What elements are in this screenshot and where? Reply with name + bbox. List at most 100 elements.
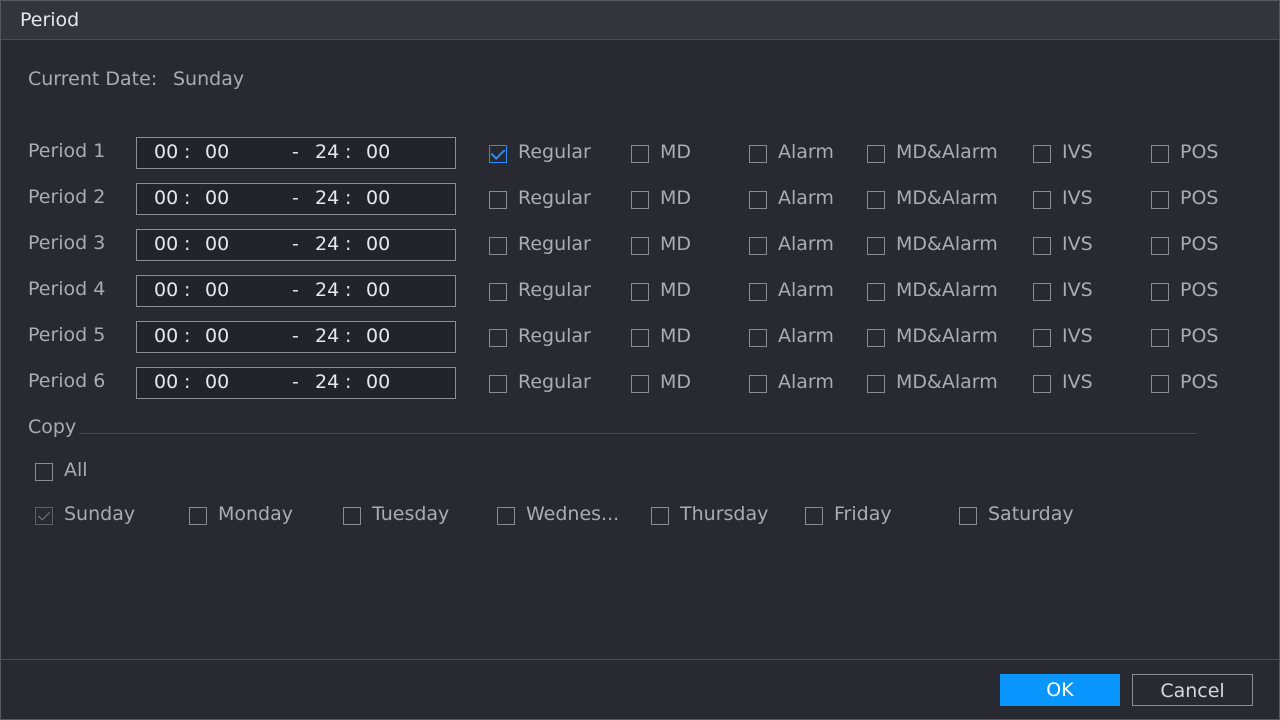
checkbox-box[interactable]: [631, 329, 649, 347]
checkbox-box[interactable]: [1033, 329, 1051, 347]
checkbox-box[interactable]: [749, 329, 767, 347]
checkbox-box[interactable]: [749, 237, 767, 255]
ok-button[interactable]: OK: [1000, 674, 1120, 706]
checkbox-box[interactable]: [497, 507, 515, 525]
start-minute-field[interactable]: 00: [205, 325, 229, 347]
record-type-label: Alarm: [778, 279, 834, 301]
period-row: Period 2 00:00-24:00 Regular MD Alarm MD&Alar…: [1, 183, 1279, 215]
start-minute-field[interactable]: 00: [205, 141, 229, 163]
checkbox-box[interactable]: [1151, 237, 1169, 255]
time-colon: :: [184, 325, 191, 347]
checkbox-box[interactable]: [1151, 375, 1169, 393]
checkbox-box[interactable]: [805, 507, 823, 525]
checkbox-box[interactable]: [749, 145, 767, 163]
checkbox-box[interactable]: [631, 145, 649, 163]
checkbox-box[interactable]: [749, 283, 767, 301]
time-colon: :: [184, 141, 191, 163]
end-hour-field[interactable]: 24: [315, 233, 339, 255]
copy-day-label: Sunday: [64, 503, 136, 525]
checkbox-box[interactable]: [489, 375, 507, 393]
time-range-input[interactable]: 00:00-24:00: [136, 321, 456, 353]
checkbox-box[interactable]: [1033, 145, 1051, 163]
checkbox-box[interactable]: [189, 507, 207, 525]
checkbox-box[interactable]: [489, 191, 507, 209]
checkbox-box[interactable]: [489, 329, 507, 347]
start-minute-field[interactable]: 00: [205, 371, 229, 393]
start-hour-field[interactable]: 00: [154, 371, 178, 393]
record-type-label: MD: [660, 371, 692, 393]
checkbox-box[interactable]: [1033, 375, 1051, 393]
start-hour-field[interactable]: 00: [154, 233, 178, 255]
time-colon: :: [345, 187, 352, 209]
time-range-input[interactable]: 00:00-24:00: [136, 275, 456, 307]
record-type-label: Alarm: [778, 187, 834, 209]
end-minute-field[interactable]: 00: [366, 233, 390, 255]
checkbox-box[interactable]: [651, 507, 669, 525]
checkbox-box[interactable]: [867, 329, 885, 347]
end-minute-field[interactable]: 00: [366, 187, 390, 209]
time-dash: -: [292, 325, 299, 347]
checkbox-box[interactable]: [867, 145, 885, 163]
record-type-label: MD: [660, 187, 692, 209]
time-colon: :: [345, 371, 352, 393]
period-label: Period 2: [28, 186, 106, 208]
checkbox-box[interactable]: [489, 145, 507, 163]
checkbox-box[interactable]: [631, 191, 649, 209]
start-minute-field[interactable]: 00: [205, 233, 229, 255]
copy-day-label: Monday: [218, 503, 294, 525]
checkbox-box[interactable]: [489, 283, 507, 301]
record-type-label: MD&Alarm: [896, 279, 998, 301]
checkbox-box[interactable]: [1033, 283, 1051, 301]
end-hour-field[interactable]: 24: [315, 325, 339, 347]
end-minute-field[interactable]: 00: [366, 141, 390, 163]
record-type-label: POS: [1180, 187, 1219, 209]
checkbox-box[interactable]: [631, 375, 649, 393]
checkbox-box[interactable]: [867, 237, 885, 255]
time-range-input[interactable]: 00:00-24:00: [136, 137, 456, 169]
end-hour-field[interactable]: 24: [315, 279, 339, 301]
checkbox-box[interactable]: [867, 283, 885, 301]
end-minute-field[interactable]: 00: [366, 371, 390, 393]
checkbox-box[interactable]: [631, 283, 649, 301]
start-hour-field[interactable]: 00: [154, 325, 178, 347]
end-minute-field[interactable]: 00: [366, 279, 390, 301]
checkbox-box[interactable]: [35, 463, 53, 481]
checkbox-box[interactable]: [1151, 145, 1169, 163]
checkbox-box[interactable]: [631, 237, 649, 255]
checkbox-box[interactable]: [867, 191, 885, 209]
record-type-label: MD&Alarm: [896, 141, 998, 163]
start-hour-field[interactable]: 00: [154, 141, 178, 163]
checkbox-box[interactable]: [1151, 283, 1169, 301]
cancel-button[interactable]: Cancel: [1132, 674, 1253, 706]
checkbox-box[interactable]: [1151, 329, 1169, 347]
start-hour-field[interactable]: 00: [154, 187, 178, 209]
time-range-input[interactable]: 00:00-24:00: [136, 183, 456, 215]
checkbox-box[interactable]: [489, 237, 507, 255]
end-hour-field[interactable]: 24: [315, 141, 339, 163]
record-type-label: Alarm: [778, 141, 834, 163]
time-dash: -: [292, 371, 299, 393]
time-colon: :: [184, 233, 191, 255]
end-hour-field[interactable]: 24: [315, 187, 339, 209]
record-type-label: Alarm: [778, 371, 834, 393]
checkbox-box[interactable]: [1151, 191, 1169, 209]
period-label: Period 1: [28, 140, 106, 162]
checkbox-box[interactable]: [749, 375, 767, 393]
record-type-label: IVS: [1062, 279, 1093, 301]
checkbox-box[interactable]: [749, 191, 767, 209]
start-minute-field[interactable]: 00: [205, 187, 229, 209]
start-hour-field[interactable]: 00: [154, 279, 178, 301]
checkbox-box[interactable]: [1033, 191, 1051, 209]
period-label: Period 5: [28, 324, 106, 346]
record-type-label: Regular: [518, 141, 591, 163]
checkbox-box[interactable]: [959, 507, 977, 525]
end-hour-field[interactable]: 24: [315, 371, 339, 393]
checkbox-box[interactable]: [867, 375, 885, 393]
time-range-input[interactable]: 00:00-24:00: [136, 229, 456, 261]
current-date-value: Sunday: [173, 68, 245, 90]
start-minute-field[interactable]: 00: [205, 279, 229, 301]
checkbox-box[interactable]: [343, 507, 361, 525]
time-range-input[interactable]: 00:00-24:00: [136, 367, 456, 399]
checkbox-box[interactable]: [1033, 237, 1051, 255]
end-minute-field[interactable]: 00: [366, 325, 390, 347]
